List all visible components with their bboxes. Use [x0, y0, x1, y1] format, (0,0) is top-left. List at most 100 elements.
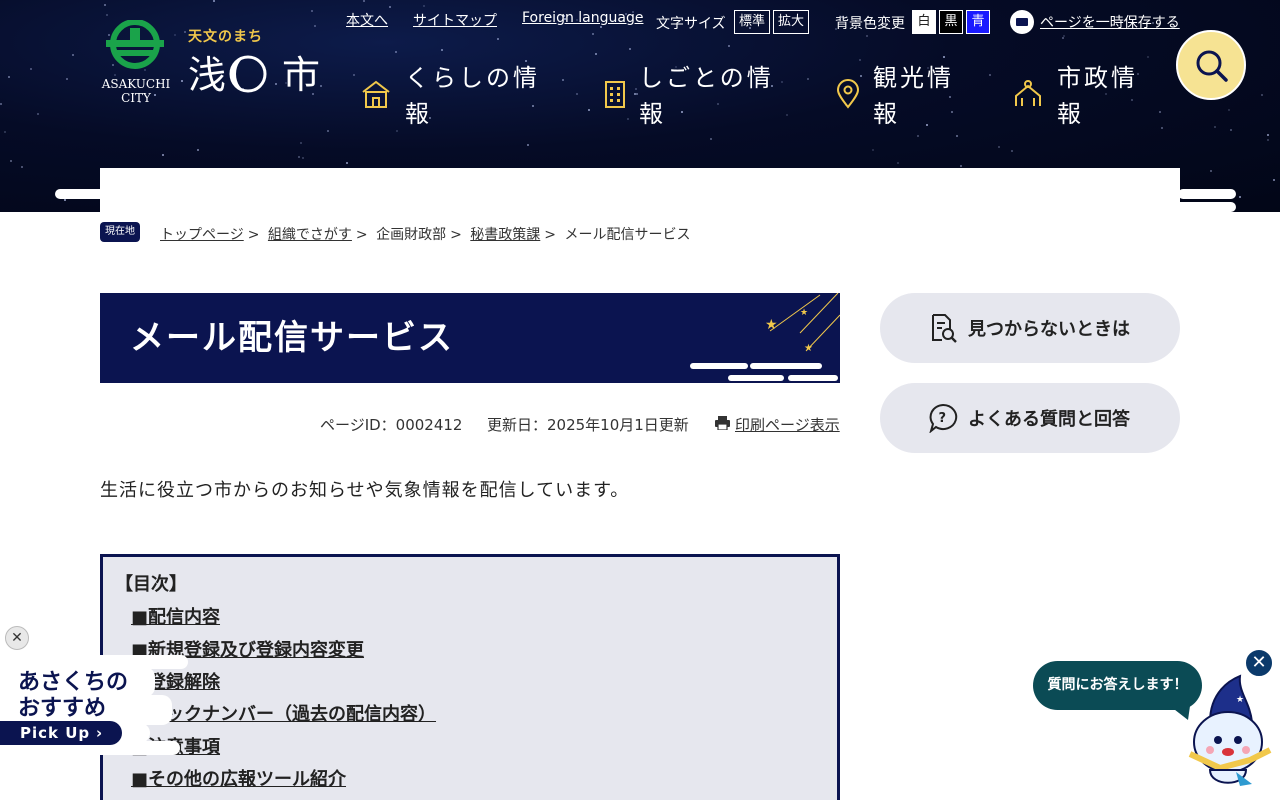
- breadcrumb-secretary-policy[interactable]: 秘書政策課: [470, 227, 540, 243]
- star-dot: [710, 138, 712, 140]
- star-dot: [1261, 94, 1263, 96]
- moon-icon: [229, 55, 267, 93]
- nav-living-info[interactable]: くらしの情報: [405, 60, 540, 130]
- foreign-language-link[interactable]: Foreign language: [522, 10, 643, 26]
- star-dot: [300, 142, 302, 144]
- pickup-close-button[interactable]: ✕: [5, 626, 29, 650]
- star-dot: [21, 166, 23, 168]
- not-found-button[interactable]: 見つからないときは: [880, 293, 1180, 363]
- star-dot: [363, 0, 365, 2]
- text-size-large-button[interactable]: 拡大: [773, 10, 810, 34]
- svg-text:★: ★: [1236, 695, 1244, 705]
- logo-tagline: 天文のまち: [188, 29, 263, 45]
- star-dot: [1147, 56, 1149, 58]
- save-page-link[interactable]: ページを一時保存する: [1040, 12, 1180, 32]
- folder-icon[interactable]: [1010, 10, 1034, 34]
- star-dot: [1159, 111, 1161, 113]
- text-size-standard-button[interactable]: 標準: [734, 10, 771, 34]
- star-dot: [860, 75, 862, 77]
- pickup-title-line2[interactable]: おすすめ: [18, 690, 106, 722]
- star-dot: [1267, 134, 1269, 136]
- cloud-shape: [55, 189, 165, 199]
- updated-date: 更新日：2025年10月1日更新: [487, 416, 689, 434]
- star-dot: [302, 157, 304, 159]
- bg-blue-button[interactable]: 青: [966, 10, 990, 34]
- faq-button[interactable]: ? よくある質問と回答: [880, 383, 1180, 453]
- page-title: メール配信サービス: [130, 318, 454, 358]
- question-bubble-icon: ?: [929, 403, 958, 433]
- star-dot: [10, 160, 12, 162]
- cloud-shape: [100, 168, 160, 178]
- toc-link-delivery-content[interactable]: ■配信内容: [131, 603, 220, 629]
- star-dot: [989, 74, 991, 76]
- skip-to-content-link[interactable]: 本文へ: [346, 10, 388, 30]
- star-dot: [943, 56, 945, 58]
- nav-tourism-info[interactable]: 観光情報: [873, 60, 954, 130]
- faq-button-label: よくある質問と回答: [968, 409, 1130, 430]
- breadcrumb-planning-finance: 企画財政部: [376, 227, 447, 243]
- toc-title: 【目次】: [115, 574, 187, 595]
- pickup-button[interactable]: Pick Up ›: [0, 721, 122, 745]
- star-dot: [897, 162, 899, 164]
- cloud-shape: [1083, 179, 1153, 189]
- building-icon: [605, 81, 625, 108]
- bg-white-button[interactable]: 白: [912, 10, 936, 34]
- nav-city-govt-info[interactable]: 市政情報: [1057, 60, 1138, 130]
- star-dot: [64, 199, 66, 201]
- star-dot: [8, 76, 10, 78]
- star-dot: [395, 51, 397, 53]
- star-dot: [1228, 109, 1230, 111]
- table-of-contents: 【目次】 ■配信内容 ■新規登録及び登録内容変更 ■登録解除 ■バックナンバー（…: [100, 554, 840, 800]
- pickup-button-label: Pick Up: [20, 724, 91, 742]
- star-dot: [213, 0, 215, 2]
- star-dot: [327, 130, 329, 132]
- star-dot: [998, 146, 1000, 148]
- breadcrumb: トップページ > 組織でさがす > 企画財政部 > 秘書政策課 > メール配信サービス: [160, 227, 691, 243]
- star-dot: [1062, 37, 1064, 39]
- star-dot: [1273, 179, 1275, 181]
- star-dot: [781, 81, 783, 83]
- star-dot: [104, 4, 106, 6]
- chevron-right-icon: ›: [96, 724, 104, 742]
- star-dot: [30, 68, 32, 70]
- star-dot: [595, 53, 597, 55]
- star-dot: [636, 93, 638, 95]
- star-dot: [72, 54, 74, 56]
- star-dot: [588, 109, 590, 111]
- star-dot: [1161, 127, 1163, 129]
- star-dot: [311, 10, 313, 12]
- star-dot: [527, 144, 529, 146]
- nav-work-info[interactable]: しごとの情報: [639, 60, 774, 130]
- breadcrumb-current-page: メール配信サービス: [564, 227, 691, 243]
- star-dot: [441, 49, 443, 51]
- city-hall-icon: [1015, 80, 1041, 106]
- star-dot: [1239, 196, 1241, 198]
- star-dot: [807, 78, 809, 80]
- star-dot: [423, 5, 425, 7]
- star-dot: [0, 103, 2, 105]
- star-dot: [635, 88, 637, 90]
- star-dot: [66, 78, 68, 80]
- star-dot: [298, 156, 300, 158]
- star-dot: [1210, 170, 1212, 172]
- star-dot: [872, 149, 874, 151]
- star-dot: [960, 165, 962, 167]
- page-id: ページID：0002412: [320, 416, 463, 434]
- sitemap-link[interactable]: サイトマップ: [413, 10, 497, 30]
- chatbot-bubble[interactable]: 質問にお答えします！: [1033, 661, 1202, 710]
- bg-black-button[interactable]: 黒: [939, 10, 963, 34]
- star-dot: [1230, 129, 1232, 131]
- star-dot: [396, 130, 398, 132]
- star-dot: [106, 14, 108, 16]
- svg-text:?: ?: [939, 411, 947, 426]
- star-dot: [592, 33, 594, 35]
- intro-text: 生活に役立つ市からのお知らせや気象情報を配信しています。: [100, 480, 630, 501]
- breadcrumb-search-by-org[interactable]: 組織でさがす: [268, 227, 352, 243]
- site-logo[interactable]: ASAKUCHI CITY 天文のまち 浅市: [100, 20, 330, 110]
- star-dot: [497, 38, 499, 40]
- print-page-link[interactable]: 印刷ページ表示: [735, 414, 840, 435]
- toc-link-other-tools[interactable]: ■その他の広報ツール紹介: [131, 765, 346, 791]
- search-button[interactable]: [1176, 30, 1246, 100]
- mascot-character-icon[interactable]: ★: [1180, 672, 1275, 797]
- breadcrumb-top-page[interactable]: トップページ: [160, 227, 244, 243]
